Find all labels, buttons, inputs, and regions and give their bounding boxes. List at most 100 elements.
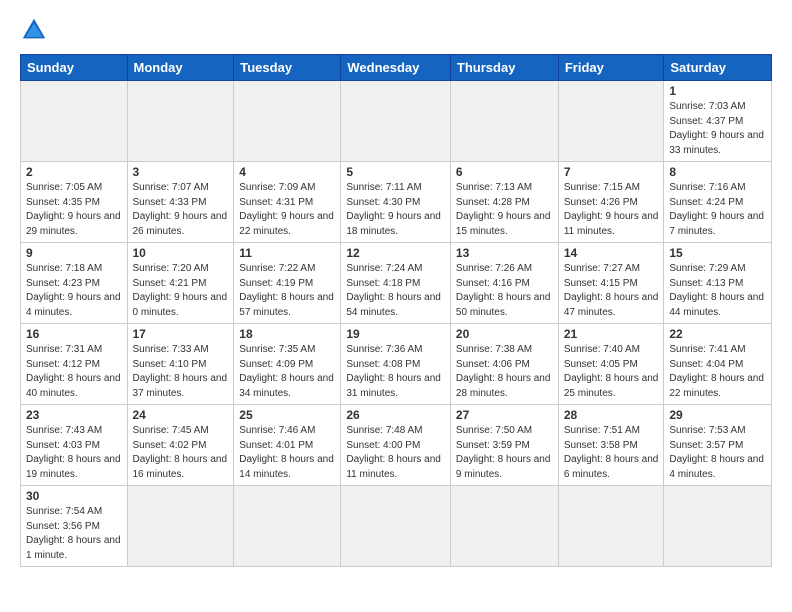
calendar-day-cell: 29 Sunrise: 7:53 AM Sunset: 3:57 PM Dayli… — [664, 405, 772, 486]
day-number: 14 — [564, 246, 659, 260]
calendar-week-row: 23 Sunrise: 7:43 AM Sunset: 4:03 PM Dayli… — [21, 405, 772, 486]
calendar-day-cell: 7Sunrise: 7:15 AM Sunset: 4:26 PM Daylig… — [558, 162, 664, 243]
day-info: Sunrise: 7:51 AM Sunset: 3:58 PM Dayligh… — [564, 424, 659, 482]
day-number: 19 — [346, 327, 445, 341]
day-info: Sunrise: 7:16 AM Sunset: 4:24 PM Dayligh… — [669, 181, 766, 239]
logo-icon — [20, 16, 48, 44]
day-info: Sunrise: 7:43 AM Sunset: 4:03 PM Dayligh… — [26, 424, 122, 482]
day-info: Sunrise: 7:45 AM Sunset: 4:02 PM Dayligh… — [133, 424, 229, 482]
calendar-day-cell: 18Sunrise: 7:35 AM Sunset: 4:09 PM Dayli… — [234, 324, 341, 405]
calendar-day-cell: 6Sunrise: 7:13 AM Sunset: 4:28 PM Daylig… — [450, 162, 558, 243]
calendar-day-header: Saturday — [664, 55, 772, 81]
calendar-table: SundayMondayTuesdayWednesdayThursdayFrid… — [20, 54, 772, 567]
day-info: Sunrise: 7:41 AM Sunset: 4:04 PM Dayligh… — [669, 343, 766, 401]
page: SundayMondayTuesdayWednesdayThursdayFrid… — [0, 0, 792, 612]
day-number: 12 — [346, 246, 445, 260]
calendar-day-header: Monday — [127, 55, 234, 81]
day-number: 28 — [564, 408, 659, 422]
calendar-day-cell: 5 Sunrise: 7:11 AM Sunset: 4:30 PM Daylig… — [341, 162, 451, 243]
calendar-day-cell — [558, 81, 664, 162]
day-info: Sunrise: 7:53 AM Sunset: 3:57 PM Dayligh… — [669, 424, 766, 482]
day-info: Sunrise: 7:09 AM Sunset: 4:31 PM Dayligh… — [239, 181, 335, 239]
calendar-day-cell — [234, 81, 341, 162]
day-number: 8 — [669, 165, 766, 179]
calendar-day-cell: 28 Sunrise: 7:51 AM Sunset: 3:58 PM Dayli… — [558, 405, 664, 486]
day-number: 2 — [26, 165, 122, 179]
day-number: 24 — [133, 408, 229, 422]
calendar-week-row: 16 Sunrise: 7:31 AM Sunset: 4:12 PM Dayli… — [21, 324, 772, 405]
day-number: 20 — [456, 327, 553, 341]
calendar-week-row: 2 Sunrise: 7:05 AM Sunset: 4:35 PM Daylig… — [21, 162, 772, 243]
day-number: 16 — [26, 327, 122, 341]
day-info: Sunrise: 7:15 AM Sunset: 4:26 PM Dayligh… — [564, 181, 659, 239]
day-info: Sunrise: 7:48 AM Sunset: 4:00 PM Dayligh… — [346, 424, 445, 482]
calendar-day-cell: 25Sunrise: 7:46 AM Sunset: 4:01 PM Dayli… — [234, 405, 341, 486]
day-number: 30 — [26, 489, 122, 503]
day-number: 29 — [669, 408, 766, 422]
calendar-day-header: Tuesday — [234, 55, 341, 81]
day-info: Sunrise: 7:54 AM Sunset: 3:56 PM Dayligh… — [26, 505, 122, 563]
calendar-week-row: 30 Sunrise: 7:54 AM Sunset: 3:56 PM Dayli… — [21, 486, 772, 567]
calendar-day-cell: 13Sunrise: 7:26 AM Sunset: 4:16 PM Dayli… — [450, 243, 558, 324]
calendar-day-cell: 1Sunrise: 7:03 AM Sunset: 4:37 PM Daylig… — [664, 81, 772, 162]
calendar-day-cell: 11 Sunrise: 7:22 AM Sunset: 4:19 PM Dayli… — [234, 243, 341, 324]
calendar-day-cell — [664, 486, 772, 567]
calendar-day-cell — [450, 486, 558, 567]
calendar-day-header: Thursday — [450, 55, 558, 81]
calendar-day-cell — [341, 486, 451, 567]
calendar-day-cell — [127, 81, 234, 162]
day-number: 26 — [346, 408, 445, 422]
day-info: Sunrise: 7:05 AM Sunset: 4:35 PM Dayligh… — [26, 181, 122, 239]
calendar-day-cell — [450, 81, 558, 162]
calendar-day-cell: 4 Sunrise: 7:09 AM Sunset: 4:31 PM Daylig… — [234, 162, 341, 243]
day-number: 18 — [239, 327, 335, 341]
calendar-day-cell: 14 Sunrise: 7:27 AM Sunset: 4:15 PM Dayli… — [558, 243, 664, 324]
calendar-day-cell — [127, 486, 234, 567]
calendar-day-header: Sunday — [21, 55, 128, 81]
day-number: 1 — [669, 84, 766, 98]
day-number: 5 — [346, 165, 445, 179]
day-number: 11 — [239, 246, 335, 260]
calendar-day-cell: 3Sunrise: 7:07 AM Sunset: 4:33 PM Daylig… — [127, 162, 234, 243]
calendar-day-cell: 12Sunrise: 7:24 AM Sunset: 4:18 PM Dayli… — [341, 243, 451, 324]
calendar-day-cell: 26 Sunrise: 7:48 AM Sunset: 4:00 PM Dayli… — [341, 405, 451, 486]
day-info: Sunrise: 7:27 AM Sunset: 4:15 PM Dayligh… — [564, 262, 659, 320]
day-info: Sunrise: 7:40 AM Sunset: 4:05 PM Dayligh… — [564, 343, 659, 401]
day-number: 4 — [239, 165, 335, 179]
day-info: Sunrise: 7:13 AM Sunset: 4:28 PM Dayligh… — [456, 181, 553, 239]
calendar-day-header: Friday — [558, 55, 664, 81]
day-info: Sunrise: 7:31 AM Sunset: 4:12 PM Dayligh… — [26, 343, 122, 401]
calendar-day-cell: 8 Sunrise: 7:16 AM Sunset: 4:24 PM Daylig… — [664, 162, 772, 243]
calendar-day-cell: 23 Sunrise: 7:43 AM Sunset: 4:03 PM Dayli… — [21, 405, 128, 486]
calendar-day-cell — [234, 486, 341, 567]
calendar-day-cell: 22 Sunrise: 7:41 AM Sunset: 4:04 PM Dayli… — [664, 324, 772, 405]
day-info: Sunrise: 7:22 AM Sunset: 4:19 PM Dayligh… — [239, 262, 335, 320]
day-info: Sunrise: 7:07 AM Sunset: 4:33 PM Dayligh… — [133, 181, 229, 239]
day-number: 23 — [26, 408, 122, 422]
day-info: Sunrise: 7:29 AM Sunset: 4:13 PM Dayligh… — [669, 262, 766, 320]
day-number: 27 — [456, 408, 553, 422]
calendar-day-cell — [341, 81, 451, 162]
day-info: Sunrise: 7:36 AM Sunset: 4:08 PM Dayligh… — [346, 343, 445, 401]
day-number: 22 — [669, 327, 766, 341]
calendar-day-cell — [558, 486, 664, 567]
calendar-day-cell — [21, 81, 128, 162]
logo — [20, 16, 52, 44]
calendar-header-row: SundayMondayTuesdayWednesdayThursdayFrid… — [21, 55, 772, 81]
day-info: Sunrise: 7:11 AM Sunset: 4:30 PM Dayligh… — [346, 181, 445, 239]
day-number: 9 — [26, 246, 122, 260]
calendar-day-header: Wednesday — [341, 55, 451, 81]
header — [20, 16, 772, 44]
calendar-day-cell: 9Sunrise: 7:18 AM Sunset: 4:23 PM Daylig… — [21, 243, 128, 324]
day-number: 10 — [133, 246, 229, 260]
calendar-day-cell: 19 Sunrise: 7:36 AM Sunset: 4:08 PM Dayli… — [341, 324, 451, 405]
calendar-week-row: 9Sunrise: 7:18 AM Sunset: 4:23 PM Daylig… — [21, 243, 772, 324]
day-number: 15 — [669, 246, 766, 260]
calendar-day-cell: 24 Sunrise: 7:45 AM Sunset: 4:02 PM Dayli… — [127, 405, 234, 486]
calendar-day-cell: 10Sunrise: 7:20 AM Sunset: 4:21 PM Dayli… — [127, 243, 234, 324]
day-info: Sunrise: 7:50 AM Sunset: 3:59 PM Dayligh… — [456, 424, 553, 482]
calendar-week-row: 1Sunrise: 7:03 AM Sunset: 4:37 PM Daylig… — [21, 81, 772, 162]
calendar-day-cell: 17Sunrise: 7:33 AM Sunset: 4:10 PM Dayli… — [127, 324, 234, 405]
day-number: 17 — [133, 327, 229, 341]
calendar-day-cell: 21Sunrise: 7:40 AM Sunset: 4:05 PM Dayli… — [558, 324, 664, 405]
